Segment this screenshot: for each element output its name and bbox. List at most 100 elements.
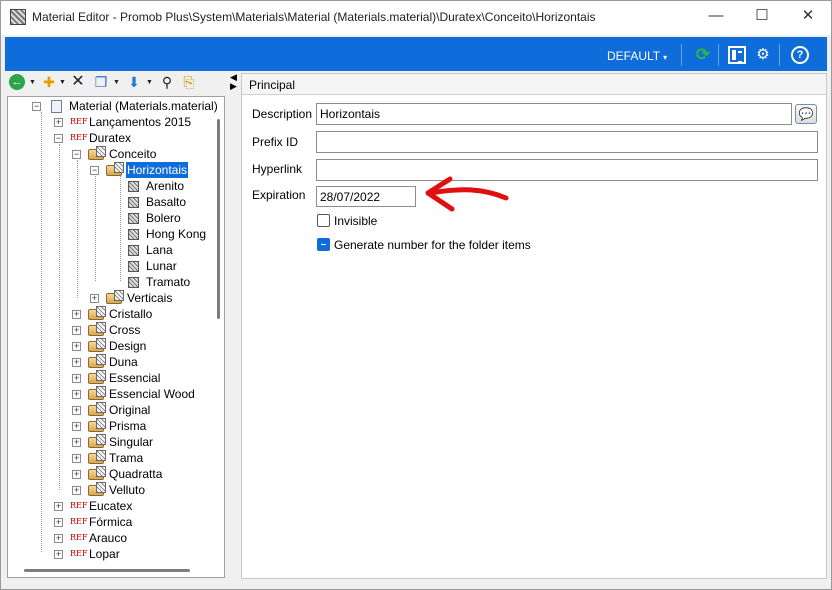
expand-icon[interactable]: + <box>72 326 81 335</box>
folder-icon <box>88 418 106 432</box>
expand-icon[interactable]: + <box>90 294 99 303</box>
prefix-id-field[interactable] <box>316 131 818 153</box>
back-icon[interactable]: ← <box>9 74 25 90</box>
description-label: Description <box>252 107 313 121</box>
toolbar-separator <box>681 44 682 66</box>
panel-header: Principal <box>242 74 826 95</box>
collapse-icon[interactable]: − <box>54 134 63 143</box>
folder-icon <box>88 322 106 336</box>
expand-icon[interactable]: + <box>72 438 81 447</box>
folder-icon <box>88 354 106 368</box>
tree-item-label: Duratex <box>89 131 132 145</box>
invisible-label: Invisible <box>334 214 378 228</box>
tree-horizontal-scrollbar[interactable] <box>24 569 190 572</box>
maximize-button[interactable]: ☐ <box>739 1 785 33</box>
tree-item-label: Bolero <box>146 211 181 225</box>
tree-item-label: Singular <box>109 435 154 449</box>
copy-icon[interactable]: ❐ <box>93 74 109 90</box>
profile-dropdown[interactable]: DEFAULT ▾ <box>607 49 667 63</box>
expand-icon[interactable]: + <box>54 502 63 511</box>
expand-icon[interactable]: + <box>72 454 81 463</box>
description-field[interactable] <box>316 103 792 125</box>
expand-icon[interactable]: + <box>72 406 81 415</box>
chevron-down-icon[interactable]: ▼ <box>146 79 153 86</box>
move-down-icon[interactable]: ⬇ <box>126 74 142 90</box>
tree-item-label: Essencial <box>109 371 161 385</box>
material-icon <box>128 229 139 240</box>
tree-item-label: Prisma <box>109 419 147 433</box>
collapse-icon[interactable]: − <box>72 150 81 159</box>
folder-icon <box>88 370 106 384</box>
expand-icon[interactable]: + <box>72 358 81 367</box>
window-title: Material Editor - Promob Plus\System\Mat… <box>32 10 596 24</box>
material-icon <box>128 213 139 224</box>
tree-item-label: Horizontais <box>126 162 189 178</box>
tree-item-label: Arauco <box>89 531 128 545</box>
chevron-down-icon: ▾ <box>663 53 668 62</box>
folder-icon <box>88 386 106 400</box>
collapse-icon[interactable]: − <box>90 166 99 175</box>
expand-icon[interactable]: + <box>72 486 81 495</box>
folder-icon <box>106 162 124 176</box>
generate-number-checkbox[interactable] <box>317 238 330 251</box>
tree-line <box>41 112 42 552</box>
tree-line <box>59 144 60 490</box>
expiration-date-field[interactable] <box>316 186 416 207</box>
toolbar-separator <box>779 44 780 66</box>
expand-icon[interactable]: + <box>54 534 63 543</box>
tree-item-label: Lançamentos 2015 <box>89 115 192 129</box>
folder-icon <box>106 290 124 304</box>
tree-item-label: Arenito <box>146 179 185 193</box>
tree-vertical-scrollbar[interactable] <box>217 119 220 319</box>
hyperlink-label: Hyperlink <box>252 162 303 176</box>
tree-line <box>95 176 96 281</box>
delete-icon[interactable]: ✕ <box>71 74 85 90</box>
find-icon[interactable]: ⚲ <box>158 74 176 90</box>
ref-icon: REF <box>70 517 88 526</box>
chevron-down-icon[interactable]: ▼ <box>59 79 66 86</box>
expand-icon[interactable]: + <box>54 118 63 127</box>
panel-title: Principal <box>249 78 296 92</box>
tree-item-label: Velluto <box>109 483 146 497</box>
hyperlink-field[interactable] <box>316 159 818 181</box>
expand-icon[interactable]: + <box>54 518 63 527</box>
folder-icon <box>88 434 106 448</box>
tree-item-label: Cristallo <box>109 307 153 321</box>
expand-icon[interactable]: + <box>72 390 81 399</box>
expiration-label: Expiration <box>252 188 306 202</box>
title-bar[interactable]: Material Editor - Promob Plus\System\Mat… <box>1 1 831 35</box>
tree-item-label: Original <box>109 403 151 417</box>
collapse-icon[interactable]: − <box>32 102 41 111</box>
expand-icon[interactable]: + <box>72 310 81 319</box>
tree-line <box>120 176 121 281</box>
minimize-button[interactable]: — <box>693 1 739 33</box>
help-icon[interactable]: ? <box>791 46 809 64</box>
chevron-down-icon[interactable]: ▼ <box>29 79 36 86</box>
expand-icon[interactable]: + <box>72 374 81 383</box>
expand-icon[interactable]: + <box>72 470 81 479</box>
generate-number-label: Generate number for the folder items <box>334 238 531 252</box>
material-tree[interactable]: − Material (Materials.material) + REF La… <box>7 96 225 578</box>
expand-icon[interactable]: + <box>54 550 63 559</box>
invisible-checkbox[interactable] <box>317 214 330 227</box>
tree-item-label: Design <box>109 339 147 353</box>
profile-label: DEFAULT <box>607 49 661 63</box>
ref-icon: REF <box>70 549 88 558</box>
tree-item-label: Verticais <box>127 291 173 305</box>
tree-item-label: Essencial Wood <box>109 387 195 401</box>
ref-icon: REF <box>70 117 88 126</box>
settings-gears-icon[interactable]: ⚙ <box>754 46 772 64</box>
ref-icon: REF <box>70 501 88 510</box>
expand-icon[interactable]: + <box>72 342 81 351</box>
material-icon <box>128 277 139 288</box>
layout-icon[interactable] <box>728 46 746 64</box>
paste-icon[interactable]: ⎘ <box>181 74 197 90</box>
chevron-down-icon[interactable]: ▼ <box>113 79 120 86</box>
expand-right-icon[interactable]: ▶ <box>230 81 237 92</box>
comment-icon[interactable]: 💬 <box>795 104 817 124</box>
refresh-icon[interactable]: ⟳ <box>694 46 712 64</box>
new-folder-icon[interactable]: ✚ <box>41 74 57 90</box>
close-button[interactable]: ✕ <box>785 1 831 33</box>
expand-icon[interactable]: + <box>72 422 81 431</box>
panel-splitter[interactable]: ◀ ▶ <box>229 72 239 93</box>
